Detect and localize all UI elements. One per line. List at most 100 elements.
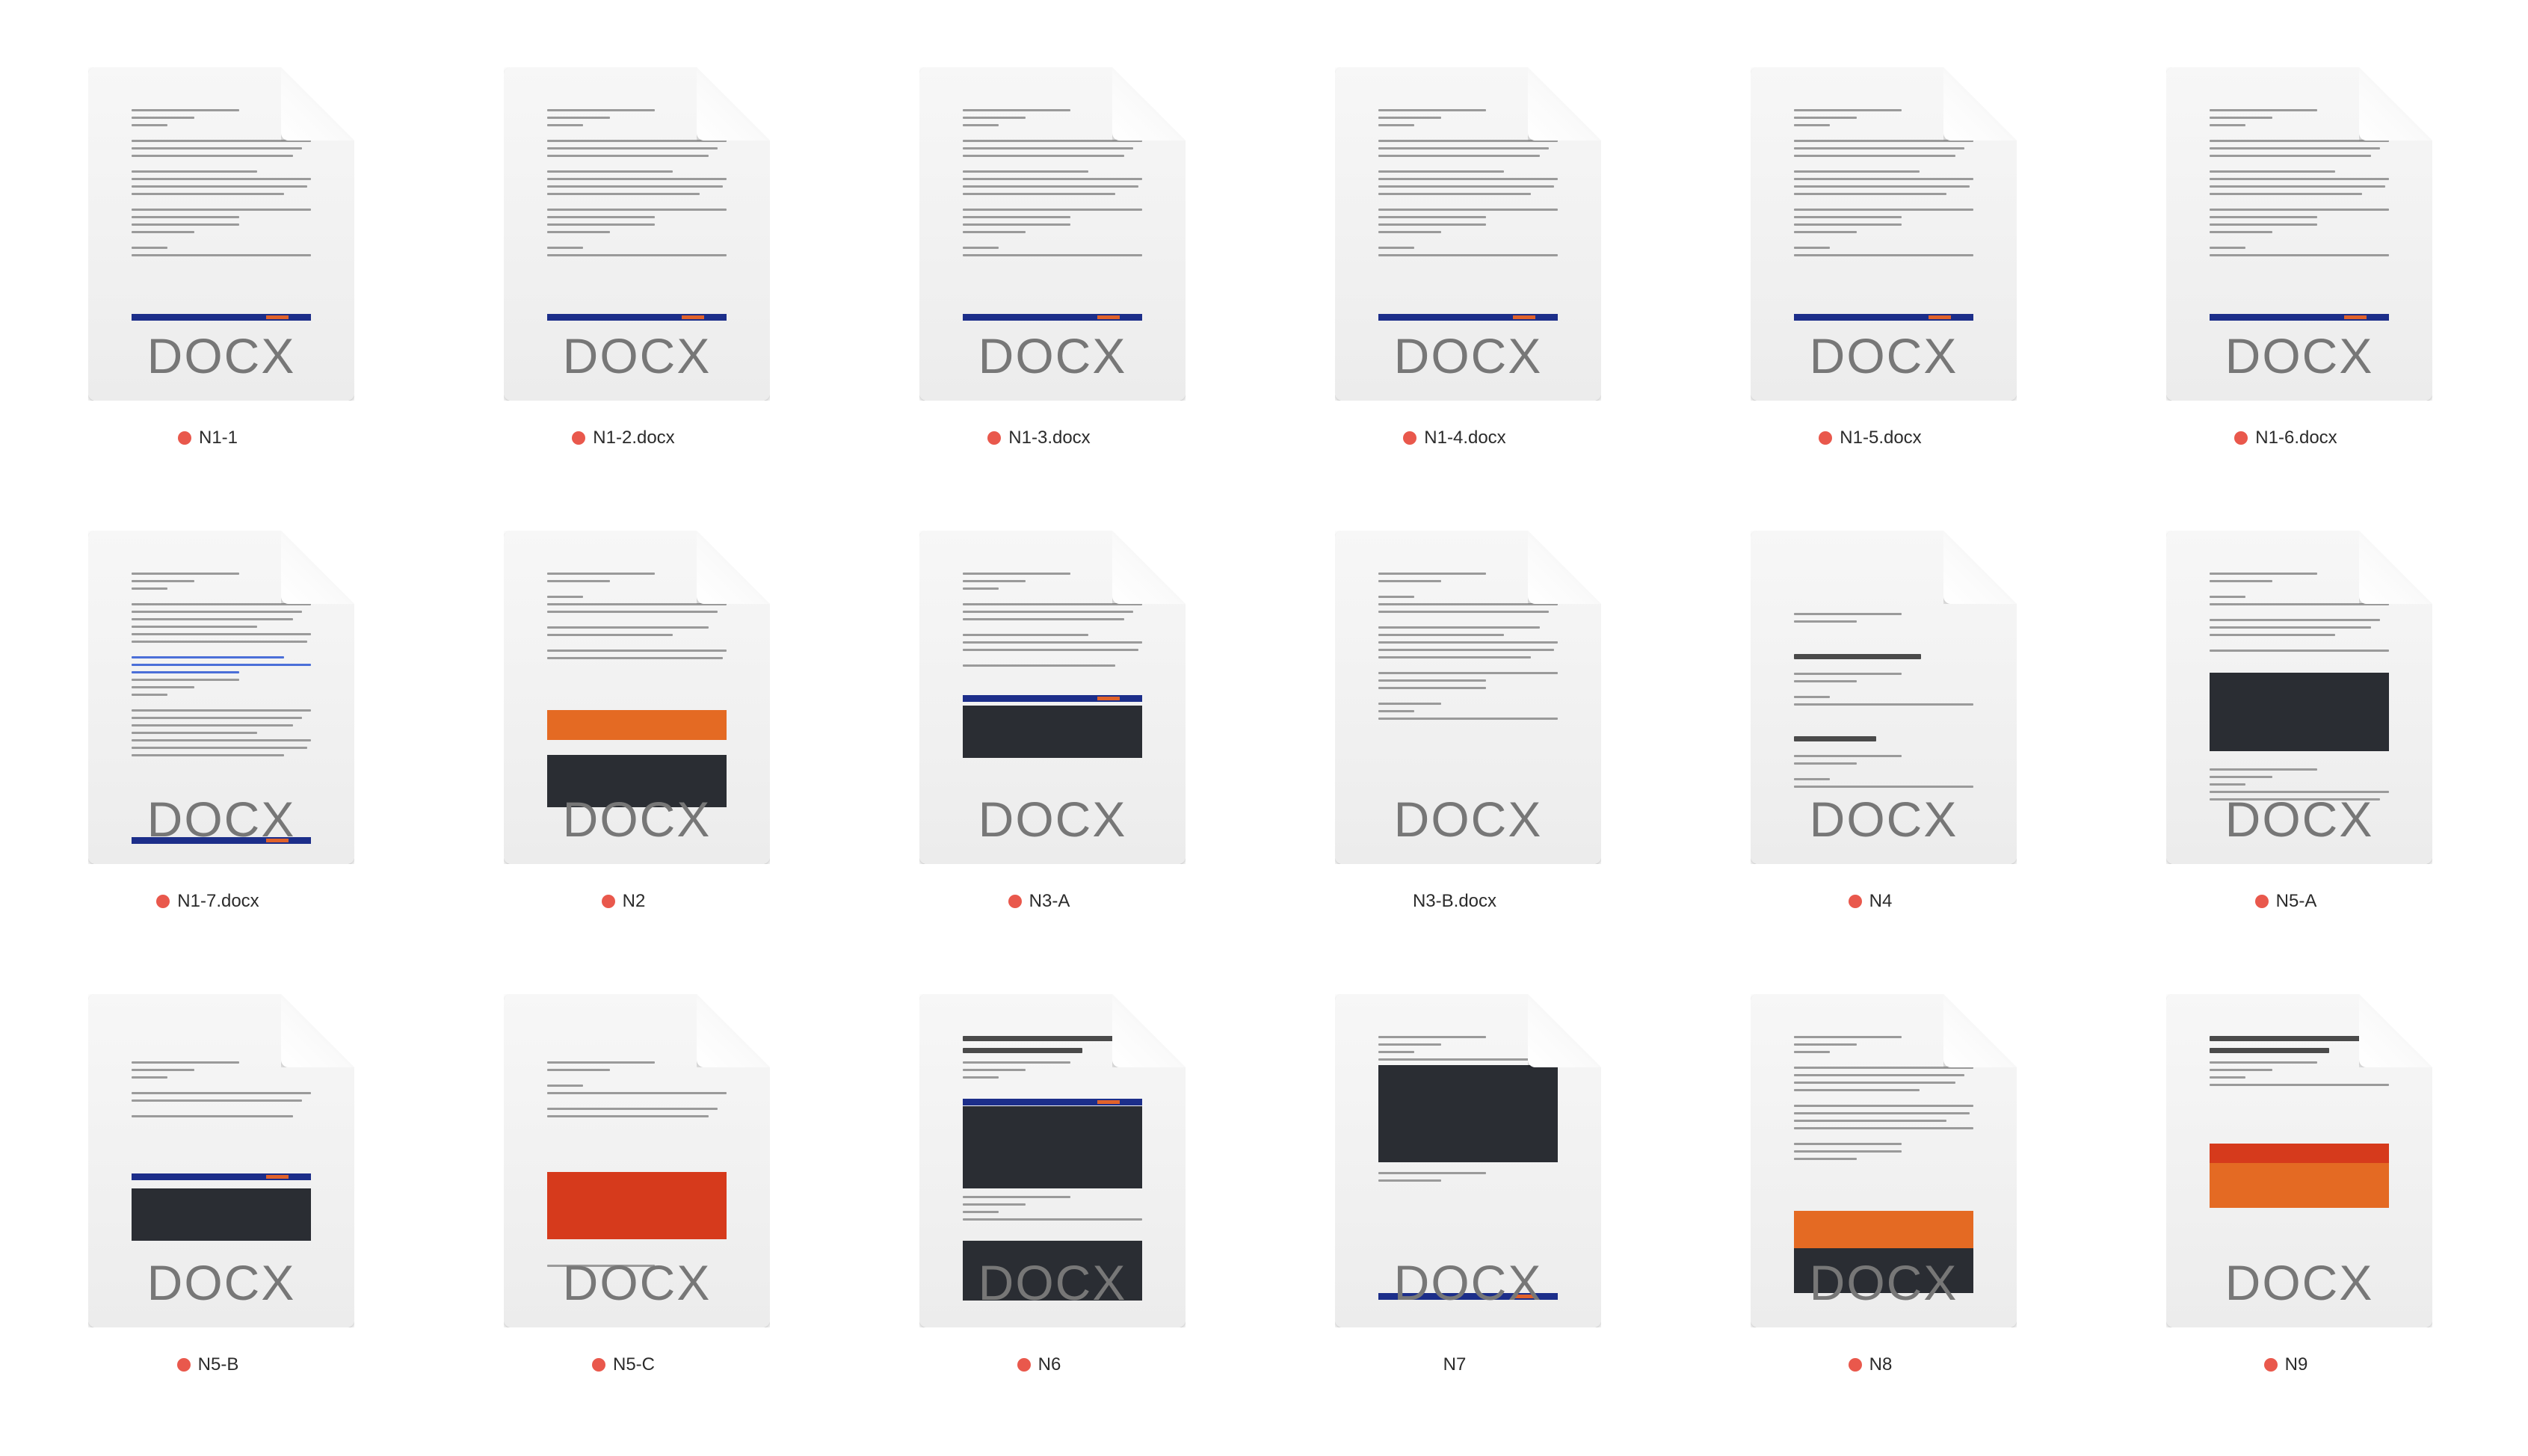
file-name[interactable]: N9 [2285,1354,2308,1375]
file-name-row[interactable]: N1-1 [0,428,416,448]
file-item[interactable]: DOCX N1-3.docx [831,0,1247,463]
file-name-row[interactable]: N2 [416,891,831,912]
file-type-label: DOCX [562,792,712,847]
file-item[interactable]: DOCX N5-B [0,927,416,1390]
file-type-label: DOCX [1393,1255,1543,1310]
file-name-row[interactable]: N1-6.docx [2078,428,2494,448]
file-name[interactable]: N8 [1869,1354,1893,1375]
file-name[interactable]: N1-6.docx [2255,428,2337,448]
document-text-preview [1794,755,1973,793]
file-name[interactable]: N4 [1869,891,1893,911]
file-item[interactable]: DOCX N9 [2078,927,2494,1390]
document-heading-preview [1794,654,1921,659]
website-header-preview [1378,314,1558,321]
red-tag-icon [1008,895,1022,908]
page-corner-fold-icon [1528,531,1601,604]
file-item[interactable]: DOCX N3-A [831,463,1247,927]
document-heading-preview [2210,1048,2329,1053]
file-item[interactable]: DOCX N1-5.docx [1662,0,2078,463]
page-corner-fold-icon [1943,67,2017,141]
page-corner-fold-icon [1112,994,1186,1067]
file-name-row[interactable]: N1-5.docx [1662,428,2078,448]
file-item[interactable]: DOCX N1-1 [0,0,416,463]
file-name[interactable]: N5-B [198,1354,239,1375]
file-name-row[interactable]: N4 [1662,891,2078,912]
file-grid: DOCX N1-1 DOCX N1-2.docx DOCX N1-3.docx DOCX N1… [0,0,2528,1456]
file-name[interactable]: N1-7.docx [177,891,259,911]
website-header-preview [963,314,1142,321]
page-corner-fold-icon [1943,994,2017,1067]
website-header-preview [963,695,1142,702]
document-text-preview [1378,1172,1558,1187]
screenshot-preview [1794,1211,1973,1248]
file-item[interactable]: DOCX N1-2.docx [416,0,831,463]
file-name[interactable]: N5-C [613,1354,655,1375]
document-text-preview [1794,673,1973,711]
red-tag-icon [987,431,1002,445]
file-name-row[interactable]: N5-A [2078,891,2494,912]
file-item[interactable]: DOCX N1-4.docx [1247,0,1662,463]
file-name-row[interactable]: N1-7.docx [0,891,416,912]
website-header-preview [2210,314,2389,321]
file-item[interactable]: DOCX N5-C [416,927,831,1390]
red-tag-icon [2254,895,2269,908]
file-name[interactable]: N2 [623,891,646,911]
file-name-row[interactable]: N7 [1247,1354,1662,1375]
file-item[interactable]: DOCX N2 [416,463,831,927]
file-type-label: DOCX [2225,792,2374,847]
document-heading-preview [1794,736,1876,741]
page-corner-fold-icon [281,994,354,1067]
file-name-row[interactable]: N5-B [0,1354,416,1375]
file-item[interactable]: DOCX N5-A [2078,463,2494,927]
file-type-label: DOCX [147,792,296,847]
page-corner-fold-icon [2359,531,2432,604]
red-tag-icon [1848,1358,1862,1372]
file-name[interactable]: N1-2.docx [593,428,674,448]
file-name-row[interactable]: N5-C [416,1354,831,1375]
file-item[interactable]: DOCX N1-7.docx [0,463,416,927]
document-text-preview [547,1061,727,1123]
file-type-label: DOCX [1393,792,1543,847]
file-name[interactable]: N3-B.docx [1413,891,1496,911]
screenshot-preview [547,710,727,740]
file-name-row[interactable]: N6 [831,1354,1247,1375]
file-name-row[interactable]: N3-B.docx [1247,891,1662,912]
file-name[interactable]: N5-A [2276,891,2317,911]
file-item[interactable]: DOCX N6 [831,927,1247,1390]
file-name[interactable]: N1-3.docx [1008,428,1090,448]
file-name-row[interactable]: N1-3.docx [831,428,1247,448]
file-item[interactable]: DOCX N8 [1662,927,2078,1390]
file-name[interactable]: N7 [1443,1354,1467,1375]
website-header-preview [963,1099,1142,1105]
file-name[interactable]: N1-4.docx [1424,428,1505,448]
file-name-row[interactable]: N3-A [831,891,1247,912]
file-item[interactable]: DOCX N1-6.docx [2078,0,2494,463]
file-name-row[interactable]: N9 [2078,1354,2494,1375]
red-tag-icon [572,431,586,445]
file-type-label: DOCX [978,792,1127,847]
page-corner-fold-icon [2359,994,2432,1067]
file-item[interactable]: DOCX N4 [1662,463,2078,927]
file-name[interactable]: N1-5.docx [1840,428,1921,448]
file-name[interactable]: N1-1 [199,428,238,448]
file-item[interactable]: DOCX N3-B.docx [1247,463,1662,927]
file-type-label: DOCX [147,328,296,383]
file-name[interactable]: N3-A [1029,891,1070,911]
page-corner-fold-icon [697,531,770,604]
red-tag-icon [1819,431,1833,445]
screenshot-preview [2210,1144,2389,1163]
red-tag-icon [176,1358,191,1372]
page-corner-fold-icon [697,994,770,1067]
website-header-preview [547,314,727,321]
file-type-label: DOCX [1809,328,1958,383]
file-type-label: DOCX [562,1255,712,1310]
screenshot-preview [132,1188,311,1241]
file-name-row[interactable]: N1-2.docx [416,428,831,448]
file-type-label: DOCX [1809,792,1958,847]
file-name[interactable]: N6 [1038,1354,1061,1375]
page-corner-fold-icon [1112,67,1186,141]
file-item[interactable]: DOCX N7 [1247,927,1662,1390]
screenshot-preview [2210,673,2389,751]
file-name-row[interactable]: N1-4.docx [1247,428,1662,448]
file-name-row[interactable]: N8 [1662,1354,2078,1375]
